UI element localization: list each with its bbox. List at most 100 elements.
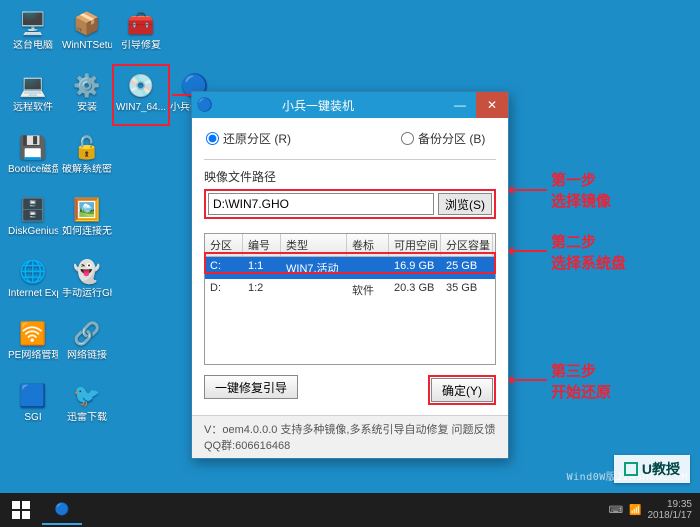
repair-boot-button[interactable]: 一键修复引导 bbox=[204, 375, 298, 399]
step2-title: 第二步 bbox=[551, 232, 626, 253]
disc-icon: 💿 bbox=[124, 70, 158, 102]
cell-partition: D: bbox=[205, 279, 243, 301]
taskbar-app-button[interactable]: 🔵 bbox=[42, 495, 82, 525]
desktop-icon-pe-net[interactable]: 🛜PE网络管理器 bbox=[6, 316, 60, 372]
image-path-input[interactable] bbox=[208, 193, 434, 215]
close-button[interactable]: ✕ bbox=[476, 92, 508, 118]
status-bar: V：oem4.0.0.0 支持多种镜像,多系统引导自动修复 问题反馈QQ群:60… bbox=[192, 415, 508, 458]
browse-button[interactable]: 浏览(S) bbox=[438, 193, 492, 215]
image-icon: 🖼️ bbox=[70, 194, 104, 226]
col-free: 可用空间 bbox=[389, 234, 441, 256]
col-partition: 分区 bbox=[205, 234, 243, 256]
radio-backup-label: 备份分区 (B) bbox=[418, 130, 485, 147]
desktop-icon-boot-repair[interactable]: 🧰引导修复 bbox=[114, 6, 168, 62]
start-button[interactable] bbox=[0, 493, 42, 527]
desktop-icon-bootice[interactable]: 💾Bootice磁盘工具 bbox=[6, 130, 60, 186]
minimize-button[interactable]: — bbox=[444, 92, 476, 118]
desktop-icon-net-links[interactable]: 🔗网络链接 bbox=[60, 316, 114, 372]
icon-label: SGI bbox=[24, 412, 41, 423]
guide-step2: 第二步 选择系统盘 bbox=[551, 232, 626, 274]
grid-row-d[interactable]: D: 1:2 软件 20.3 GB 35 GB bbox=[205, 279, 495, 301]
network-icon: 🛜 bbox=[16, 318, 50, 350]
radio-restore-input[interactable] bbox=[206, 132, 219, 145]
link-icon: 🔗 bbox=[70, 318, 104, 350]
desktop-icon-wifi-howto[interactable]: 🖼️如何连接无线网络 bbox=[60, 192, 114, 248]
icon-label: DiskGenius分区工具 bbox=[8, 226, 58, 237]
icon-label: 网络链接 bbox=[67, 350, 107, 361]
highlight-box-ok: 确定(Y) bbox=[428, 375, 496, 405]
system-tray[interactable]: ⌨ 📶 19:35 2018/1/17 bbox=[609, 499, 700, 522]
desktop-icon-sgi[interactable]: 🟦SGI bbox=[6, 378, 60, 434]
icon-label: 安装 bbox=[77, 102, 97, 113]
image-path-row: 浏览(S) bbox=[204, 189, 496, 219]
desktop-icon-remote[interactable]: 💻远程软件 bbox=[6, 68, 60, 124]
cell-size: 25 GB bbox=[441, 257, 493, 279]
package-icon: 📦 bbox=[70, 8, 104, 40]
grid-row-c[interactable]: C: 1:1 WIN7,活动 16.9 GB 25 GB bbox=[205, 257, 495, 279]
radio-backup[interactable]: 备份分区 (B) bbox=[401, 130, 485, 147]
cell-type bbox=[281, 279, 347, 301]
separator bbox=[204, 159, 496, 160]
icon-label: WIN7_64... bbox=[116, 102, 166, 113]
cell-label bbox=[347, 257, 389, 279]
guide-step3: 第三步 开始还原 bbox=[551, 361, 611, 403]
ie-icon: 🌐 bbox=[16, 256, 50, 288]
partition-grid[interactable]: 分区 编号 类型 卷标 可用空间 分区容量 C: 1:1 WIN7,活动 bbox=[204, 233, 496, 365]
radio-restore-label: 还原分区 (R) bbox=[223, 130, 291, 147]
windows-icon bbox=[12, 501, 30, 519]
step1-title: 第一步 bbox=[551, 170, 611, 191]
cell-partition: C: bbox=[205, 257, 243, 279]
cell-index: 1:1 bbox=[243, 257, 281, 279]
installer-window: 🔵 小兵一键装机 — ✕ 还原分区 (R) 备份分区 (B) 映像文件路径 浏览… bbox=[191, 91, 509, 459]
partition-icon: 🗄️ bbox=[16, 194, 50, 226]
app-icon: 🔵 bbox=[192, 97, 218, 113]
step2-text: 选择系统盘 bbox=[551, 253, 626, 274]
clock-time: 19:35 bbox=[648, 499, 693, 511]
remote-icon: 💻 bbox=[16, 70, 50, 102]
desktop-icon-ie[interactable]: 🌐Internet Explorer bbox=[6, 254, 60, 310]
desktop-icon-win7-64[interactable]: 💿WIN7_64... bbox=[114, 68, 168, 124]
cell-free: 20.3 GB bbox=[389, 279, 441, 301]
grid-header: 分区 编号 类型 卷标 可用空间 分区容量 bbox=[205, 234, 495, 257]
radio-restore[interactable]: 还原分区 (R) bbox=[206, 130, 291, 147]
icon-label: 这台电脑 bbox=[13, 40, 53, 51]
icon-label: 如何连接无线网络 bbox=[62, 226, 112, 237]
desktop-icon-winntsetup[interactable]: 📦WinNTSetup bbox=[60, 6, 114, 62]
disk-icon: 💾 bbox=[16, 132, 50, 164]
col-index: 编号 bbox=[243, 234, 281, 256]
step3-text: 开始还原 bbox=[551, 382, 611, 403]
desktop-icon-diskgenius[interactable]: 🗄️DiskGenius分区工具 bbox=[6, 192, 60, 248]
taskbar[interactable]: 🔵 ⌨ 📶 19:35 2018/1/17 bbox=[0, 493, 700, 527]
desktop-icon-this-pc[interactable]: 🖥️这台电脑 bbox=[6, 6, 60, 62]
icon-label: Bootice磁盘工具 bbox=[8, 164, 58, 175]
desktop-icon-install[interactable]: ⚙️安装 bbox=[60, 68, 114, 124]
tray-clock[interactable]: 19:35 2018/1/17 bbox=[648, 499, 693, 522]
icon-label: Internet Explorer bbox=[8, 288, 58, 299]
arrow-step1 bbox=[511, 189, 547, 191]
arrow-step2 bbox=[511, 250, 547, 252]
icon-label: 破解系统密码 bbox=[62, 164, 112, 175]
desktop-icon-crack-pwd[interactable]: 🔓破解系统密码 bbox=[60, 130, 114, 186]
brand-icon bbox=[624, 462, 638, 476]
step1-text: 选择镜像 bbox=[551, 191, 611, 212]
brand-badge: U教授 bbox=[614, 455, 690, 483]
titlebar[interactable]: 🔵 小兵一键装机 — ✕ bbox=[192, 92, 508, 118]
cell-free: 16.9 GB bbox=[389, 257, 441, 279]
tray-keyboard-icon[interactable]: ⌨ bbox=[609, 505, 623, 516]
col-type: 类型 bbox=[281, 234, 347, 256]
icon-label: 引导修复 bbox=[121, 40, 161, 51]
ok-button[interactable]: 确定(Y) bbox=[431, 378, 493, 402]
ghost-icon: 👻 bbox=[70, 256, 104, 288]
pc-icon: 🖥️ bbox=[16, 8, 50, 40]
arrow-step3 bbox=[511, 379, 547, 381]
col-label: 卷标 bbox=[347, 234, 389, 256]
desktop-icon-xunlei[interactable]: 🐦迅雷下载 bbox=[60, 378, 114, 434]
desktop-icon-ghost[interactable]: 👻手动运行Ghost bbox=[60, 254, 114, 310]
window-title: 小兵一键装机 bbox=[218, 97, 444, 114]
col-size: 分区容量 bbox=[441, 234, 493, 256]
brand-text: U教授 bbox=[642, 459, 680, 479]
sgi-icon: 🟦 bbox=[16, 380, 50, 412]
cell-type: WIN7,活动 bbox=[281, 257, 347, 279]
radio-backup-input[interactable] bbox=[401, 132, 414, 145]
tray-network-icon[interactable]: 📶 bbox=[629, 505, 641, 516]
